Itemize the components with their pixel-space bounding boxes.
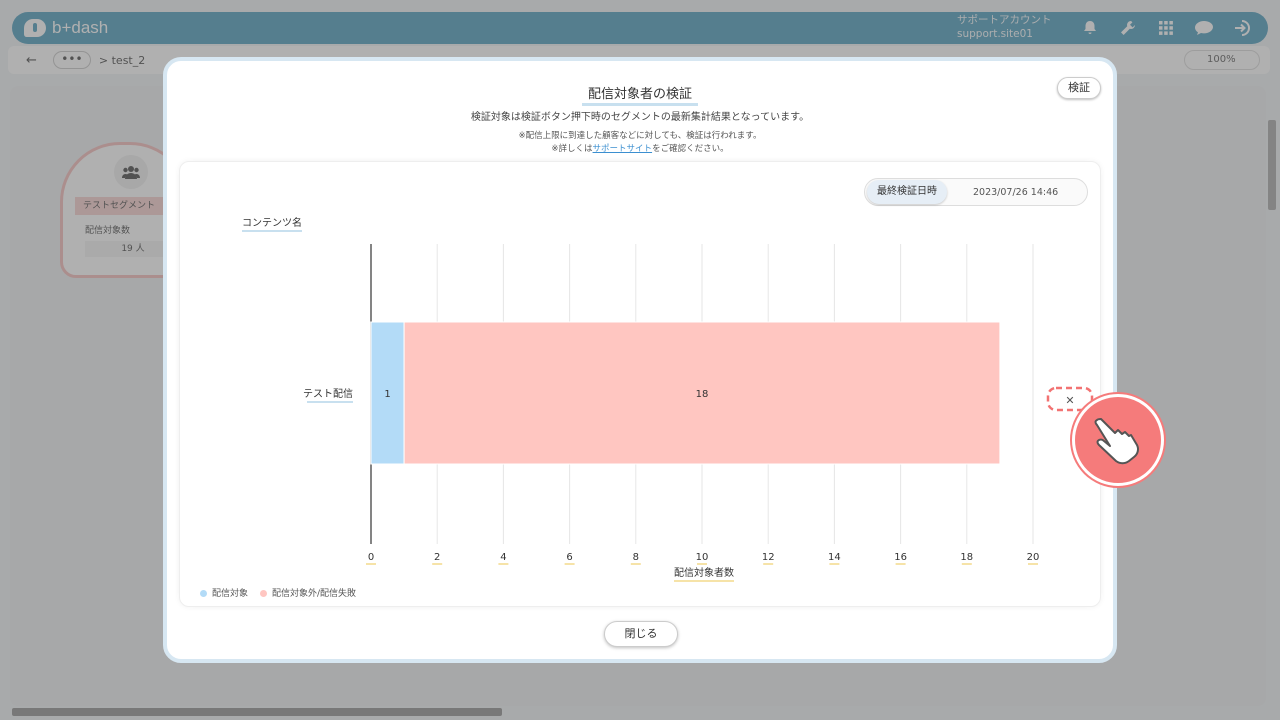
verify-button[interactable]: 検証: [1057, 77, 1101, 99]
x-tick-underline: [829, 563, 840, 565]
category-underline: [307, 401, 353, 403]
chart-legend: 配信対象 配信対象外/配信失敗: [200, 586, 356, 599]
modal-description: 検証対象は検証ボタン押下時のセグメントの最新集計結果となっています。: [470, 112, 810, 123]
y-axis-title: コンテンツ名: [242, 216, 302, 229]
legend-swatch: [260, 590, 268, 597]
x-tick-underline: [961, 563, 972, 565]
legend-item[interactable]: 配信対象外/配信失敗: [260, 586, 356, 599]
legend-label: 配信対象外/配信失敗: [272, 589, 357, 599]
x-tick-label: 8: [633, 552, 639, 563]
verification-modal: 配信対象者の検証 検証 検証対象は検証ボタン押下時のセグメントの最新集計結果とな…: [163, 57, 1117, 663]
pointing-hand-icon: [1072, 394, 1164, 486]
data-label: 18: [696, 389, 709, 400]
x-tick-underline: [432, 563, 443, 565]
x-tick-underline: [564, 563, 575, 565]
x-tick-underline: [498, 563, 509, 565]
x-tick-label: 2: [434, 552, 440, 563]
x-tick-underline: [1028, 563, 1038, 565]
x-tick-underline: [895, 563, 906, 565]
x-axis-title: 配信対象者数: [674, 566, 734, 579]
x-tick-label: 6: [566, 552, 572, 563]
x-tick-underline: [366, 563, 376, 565]
x-tick-label: 14: [828, 552, 841, 563]
chart-card: 最終検証日時 2023/07/26 14:46 0 2 4 6 8 10 12 14 16 18 2…: [179, 161, 1101, 607]
close-button[interactable]: 閉じる: [604, 621, 678, 647]
modal-note-1: ※配信上限に到達した顧客などに対しても、検証は行われます。: [518, 131, 762, 141]
reset-zoom-icon[interactable]: ✕: [1065, 394, 1074, 407]
category-label: テスト配信: [303, 388, 353, 400]
modal-title: 配信対象者の検証: [167, 83, 1113, 106]
x-tick-underline: [630, 563, 641, 565]
x-tick-label: 20: [1027, 552, 1040, 563]
x-tick-underline: [763, 563, 774, 565]
support-site-link[interactable]: サポートサイト: [593, 144, 653, 154]
x-tick-label: 18: [960, 552, 973, 563]
x-tick-label: 0: [368, 552, 374, 563]
x-tick-label: 16: [894, 552, 907, 563]
stacked-bar-chart: 0 2 4 6 8 10 12 14 16 18 20 テスト配信 1 18 配信対象者数 コンテンツ名 ✕: [242, 216, 1094, 582]
legend-label: 配信対象: [212, 589, 249, 599]
y-axis-title-underline: [242, 230, 302, 232]
x-tick-underline: [697, 563, 707, 565]
x-tick-label: 10: [696, 552, 709, 563]
legend-swatch: [200, 590, 207, 597]
modal-note-2: ※詳しくはサポートサイトをご確認ください。: [551, 144, 729, 154]
legend-item[interactable]: 配信対象: [200, 586, 248, 599]
x-axis-title-underline: [674, 580, 734, 582]
x-tick-label: 12: [762, 552, 775, 563]
data-label: 1: [384, 389, 390, 400]
x-tick-label: 4: [500, 552, 506, 563]
